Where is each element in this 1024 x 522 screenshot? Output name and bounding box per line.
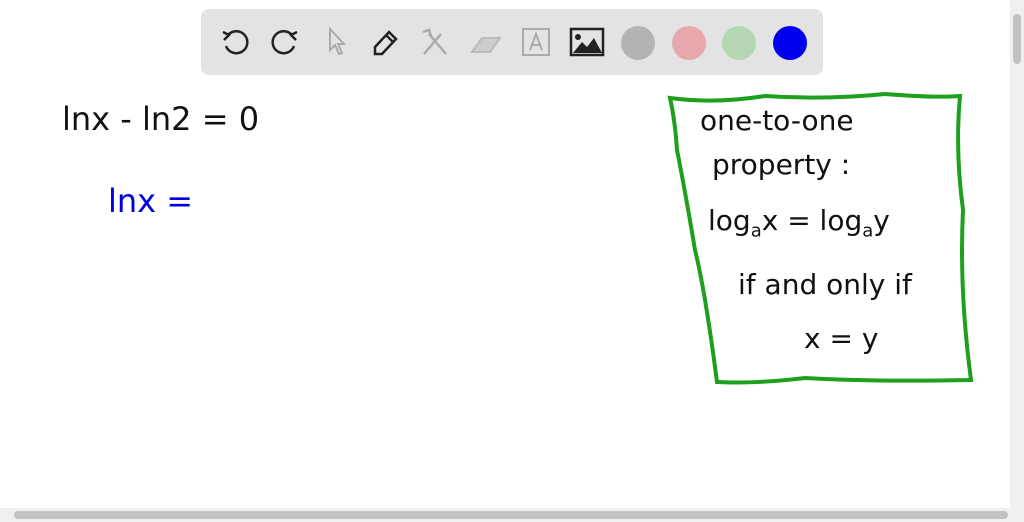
horizontal-scroll-thumb[interactable]: [14, 511, 1008, 519]
pen-icon[interactable]: [367, 24, 403, 60]
color-swatch-gray[interactable]: [621, 26, 655, 60]
color-swatch-green[interactable]: [722, 26, 756, 60]
note-line-5: x = y: [804, 322, 879, 355]
vertical-scrollbar[interactable]: [1010, 0, 1024, 508]
equation-line-2: lnx =: [108, 182, 194, 220]
text-icon[interactable]: [518, 24, 554, 60]
tools-icon[interactable]: [417, 24, 453, 60]
note-log-2: x = log: [761, 204, 863, 237]
vertical-scroll-thumb[interactable]: [1013, 14, 1021, 64]
color-swatch-blue[interactable]: [773, 26, 807, 60]
note-line-2: property :: [712, 148, 851, 181]
note-line-1: one-to-one: [700, 104, 854, 137]
color-swatch-pink[interactable]: [672, 26, 706, 60]
undo-icon[interactable]: [217, 24, 253, 60]
eraser-icon[interactable]: [468, 24, 504, 60]
image-icon[interactable]: [569, 24, 605, 60]
select-icon[interactable]: [318, 24, 354, 60]
note-log-1: log: [708, 204, 751, 237]
note-sub-1: a: [750, 220, 762, 242]
toolbar: [201, 9, 823, 75]
equation-line-1: lnx - ln2 = 0: [62, 100, 260, 138]
note-line-4: if and only if: [738, 268, 912, 301]
horizontal-scrollbar[interactable]: [0, 508, 1024, 522]
note-sub-2: a: [862, 220, 874, 242]
note-y: y: [873, 204, 890, 237]
note-line-3: logax = logay: [708, 204, 890, 242]
redo-icon[interactable]: [267, 24, 303, 60]
